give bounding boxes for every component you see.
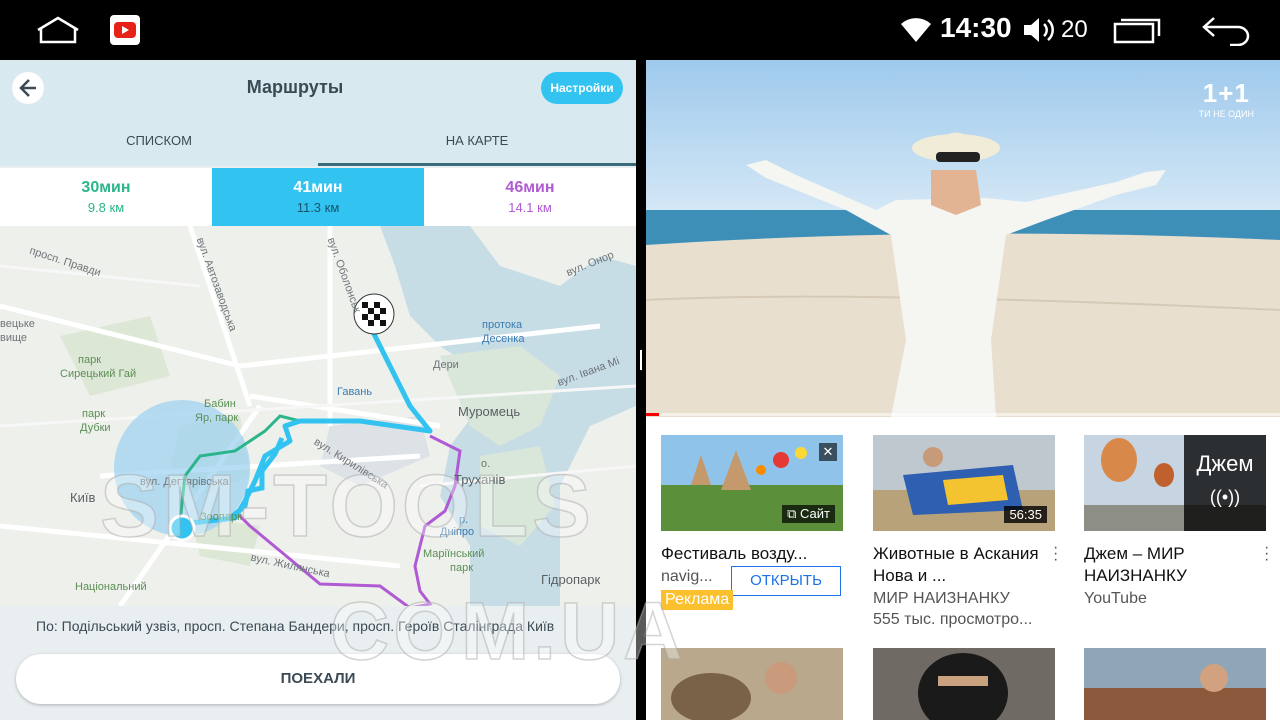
map-label: о. xyxy=(481,458,491,470)
ad-domain: navig... xyxy=(661,568,713,585)
video-duration: 56:35 xyxy=(1004,506,1047,523)
youtube-icon[interactable] xyxy=(110,15,140,45)
live-broadcast-icon: ((•)) xyxy=(1209,487,1241,507)
map-label: Бабин xyxy=(204,398,236,410)
recommendation-title: Джем – МИР НАИЗНАНКУ xyxy=(1084,544,1187,585)
route-option-2[interactable]: 41мин 11.3 км xyxy=(212,168,424,234)
map-label: Труханів xyxy=(454,472,506,487)
home-icon[interactable] xyxy=(36,16,80,44)
split-divider[interactable] xyxy=(636,60,646,720)
channel-name: YouTube xyxy=(1084,590,1147,607)
recommendation-title: Животные в Аскания Нова и ... xyxy=(873,544,1039,585)
wifi-icon xyxy=(901,18,931,42)
channel-slogan: ТИ НЕ ОДИН xyxy=(1198,109,1254,119)
divider-handle[interactable] xyxy=(640,350,642,370)
route-time: 46мин xyxy=(505,179,555,196)
route-option-3[interactable]: 46мин 14.1 км xyxy=(424,168,636,226)
channel-name: МИР НАИЗНАНКУ xyxy=(873,590,1010,607)
youtube-panel: 1+1 ТИ НЕ ОДИН ✕ ⧉ Сайт Фестиваль возду.… xyxy=(646,60,1280,720)
channel-logo: 1+1 ТИ НЕ ОДИН xyxy=(1199,78,1254,119)
video-thumbnail-image xyxy=(1084,648,1266,720)
map-label: Муромець xyxy=(458,404,521,419)
ad-thumbnail[interactable]: ✕ ⧉ Сайт xyxy=(661,435,843,531)
via-text: По: Подільський узвіз, просп. Степана Ба… xyxy=(36,618,555,634)
route-distance: 14.1 км xyxy=(508,200,552,215)
tab-map[interactable]: НА КАРТЕ xyxy=(318,116,636,166)
view-tabs: СПИСКОМ НА КАРТЕ xyxy=(0,116,636,166)
map-label: Дубки xyxy=(80,422,111,434)
map-label: Київ xyxy=(70,490,96,505)
route-options: 30мин 9.8 км 41мин 11.3 км 46мин 14.1 км xyxy=(0,168,636,234)
map-label: Дери xyxy=(433,359,459,371)
route-time: 41мин xyxy=(293,179,343,196)
destination-flag-icon xyxy=(353,293,395,335)
video-thumbnail-image xyxy=(661,648,843,720)
more-options-icon[interactable]: · · · xyxy=(1053,540,1058,568)
video-progress-bar[interactable] xyxy=(646,413,1280,416)
view-count: 555 тыс. просмотро... xyxy=(873,611,1033,628)
video-thumbnail[interactable] xyxy=(873,648,1055,720)
video-thumbnail-image xyxy=(873,648,1055,720)
video-thumbnail[interactable]: 56:35 xyxy=(873,435,1055,531)
map-label: вище xyxy=(0,332,28,344)
nav-header: Маршруты Настройки xyxy=(0,60,636,116)
screen: 14:30 20 Маршруты Настройки СПИСКОМ НА К… xyxy=(0,0,1280,720)
more-options-icon[interactable]: · · · xyxy=(1264,540,1269,568)
site-badge[interactable]: ⧉ Сайт xyxy=(782,505,835,523)
map-label: протока xyxy=(482,319,523,331)
go-button[interactable]: ПОЕХАЛИ xyxy=(16,654,620,704)
map-label: Дніпро xyxy=(440,526,475,538)
map-label: Національний xyxy=(75,581,147,593)
live-label: Джем xyxy=(1196,451,1254,476)
open-button[interactable]: ОТКРЫТЬ xyxy=(731,566,841,596)
video-thumbnail[interactable] xyxy=(1084,648,1266,720)
live-overlay: Джем ((•)) xyxy=(1184,435,1266,531)
map-label: Десенка xyxy=(482,333,525,345)
external-link-icon: ⧉ xyxy=(787,506,801,521)
recommendation-title: Фестиваль возду... xyxy=(661,544,808,563)
playlist-thumbnail[interactable]: Джем ((•)) xyxy=(1084,435,1266,531)
back-icon[interactable] xyxy=(1200,14,1252,46)
video-thumbnail[interactable] xyxy=(661,648,843,720)
close-icon[interactable]: ✕ xyxy=(819,443,837,461)
map-label: парк xyxy=(82,408,106,420)
status-bar: 14:30 20 xyxy=(0,0,1280,60)
map-label: вецьке xyxy=(0,318,35,330)
route-distance: 11.3 км xyxy=(296,200,340,215)
map-label: Гідропарк xyxy=(541,572,601,587)
map-label: парк xyxy=(78,354,102,366)
volume-level: 20 xyxy=(1061,16,1088,43)
map-label: Сирецький Гай xyxy=(60,368,137,380)
map-label: Яр, парк xyxy=(195,412,239,424)
navigation-panel: Маршруты Настройки СПИСКОМ НА КАРТЕ 30ми… xyxy=(0,60,636,720)
video-progress-fill xyxy=(646,413,659,416)
route-map[interactable]: вул. Оболонськ вул. Автозаводська просп.… xyxy=(0,226,636,606)
route-summary: По: Подільський узвіз, просп. Степана Ба… xyxy=(0,606,636,720)
map-label: вул. Дегтярівська xyxy=(140,476,229,488)
map-label: Маріїнський xyxy=(423,548,485,560)
map-label: Зоопарк xyxy=(200,511,242,523)
volume-icon[interactable] xyxy=(1022,16,1058,44)
map-label: р. xyxy=(459,514,469,526)
ad-badge: Реклама xyxy=(661,590,734,610)
route-time: 30мин xyxy=(81,179,131,196)
video-frame xyxy=(646,60,1280,417)
route-option-1[interactable]: 30мин 9.8 км xyxy=(0,168,212,226)
route-distance: 9.8 км xyxy=(87,200,125,215)
map-label: Гавань xyxy=(337,386,373,398)
channel-name: 1+1 xyxy=(1202,78,1250,108)
tab-list[interactable]: СПИСКОМ xyxy=(0,116,318,166)
page-title: Маршруты xyxy=(246,77,344,97)
clock: 14:30 xyxy=(940,12,1012,43)
settings-button[interactable]: Настройки xyxy=(541,72,623,104)
video-player[interactable]: 1+1 ТИ НЕ ОДИН xyxy=(646,60,1280,417)
map-label: парк xyxy=(450,562,474,574)
recent-apps-icon[interactable] xyxy=(1112,16,1162,44)
